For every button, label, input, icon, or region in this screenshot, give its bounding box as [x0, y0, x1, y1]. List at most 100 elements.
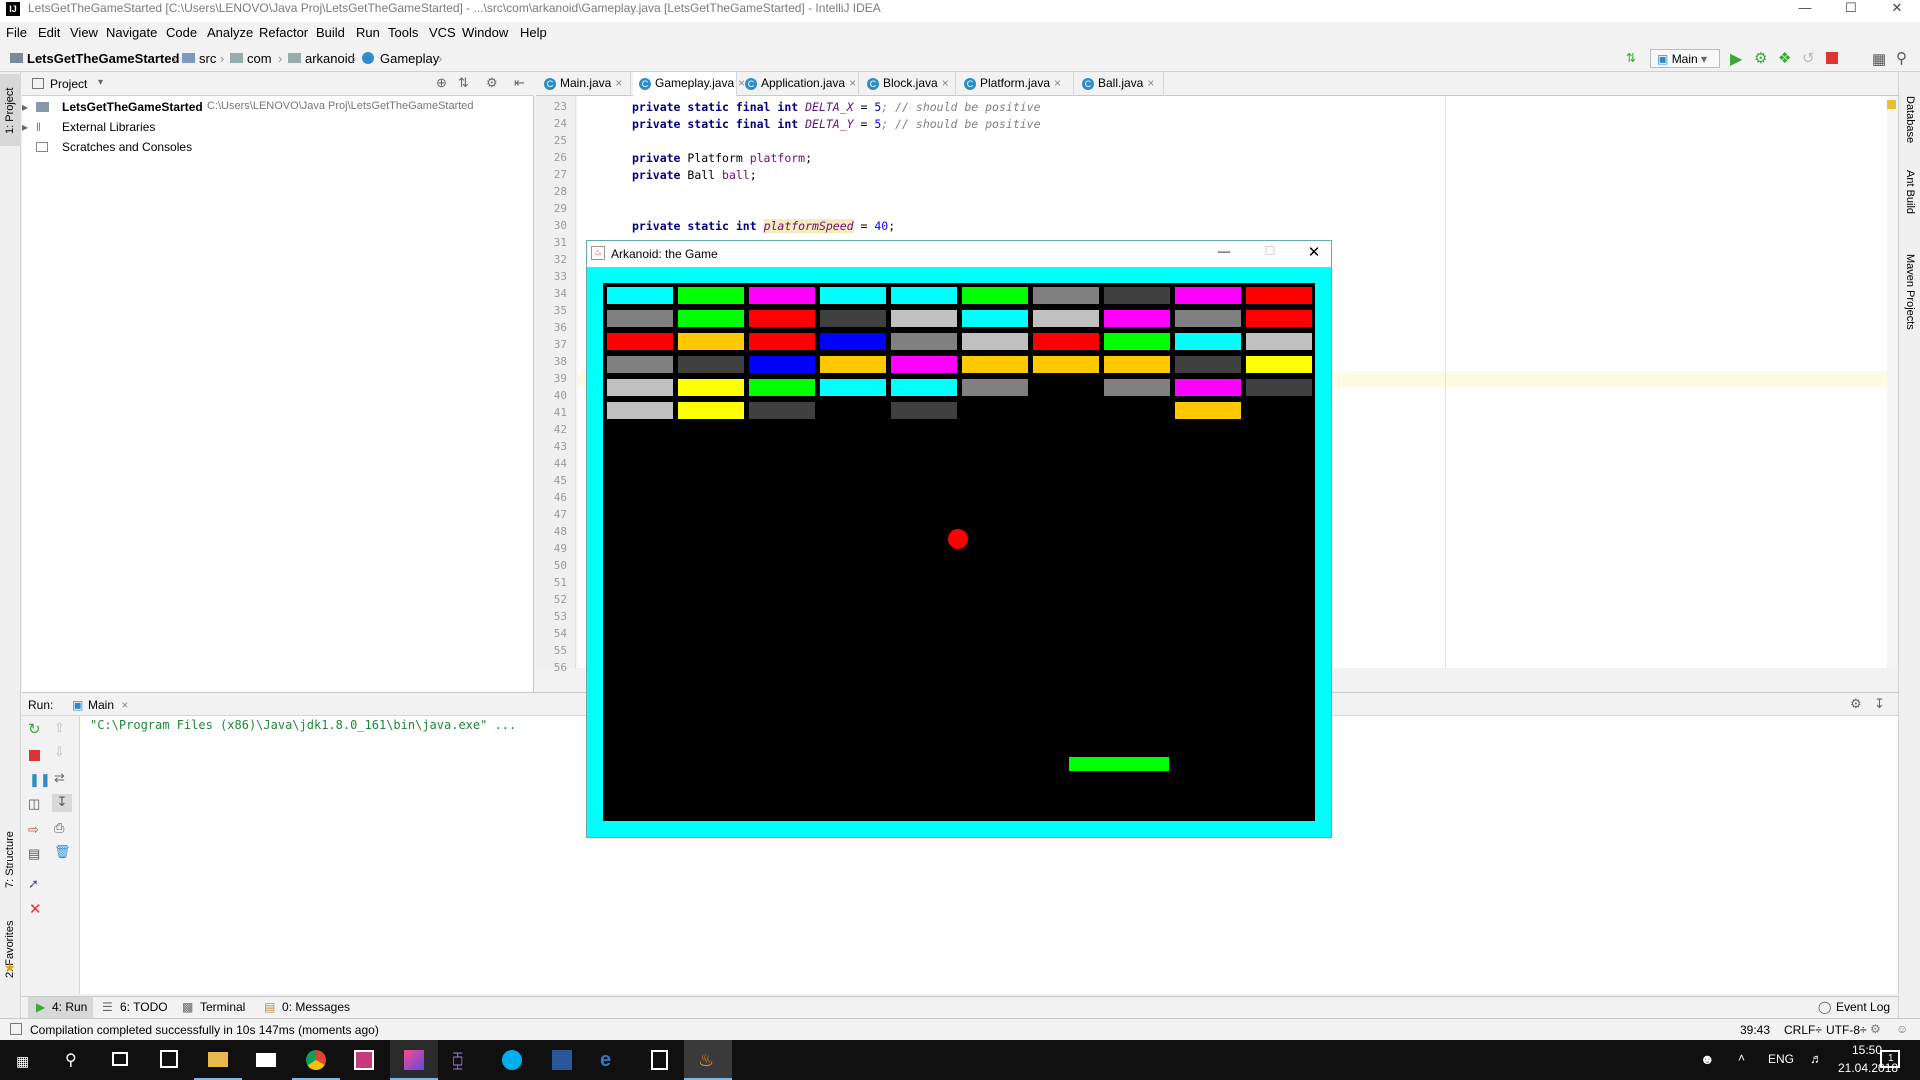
- tab-todo[interactable]: ☰ 6: TODO: [102, 1000, 168, 1014]
- debug-icon[interactable]: ⚙: [1754, 49, 1767, 67]
- taskbar-edge[interactable]: e: [586, 1040, 634, 1080]
- run-tab-main[interactable]: ▣ Main ×: [68, 694, 128, 716]
- scroll-to-end-icon[interactable]: ↧: [52, 794, 72, 812]
- tab-gameplay-java[interactable]: C Gameplay.java ×: [633, 72, 745, 96]
- line-separator[interactable]: CRLF÷: [1784, 1023, 1822, 1037]
- menu-edit[interactable]: Edit: [38, 25, 60, 40]
- close-tab-icon[interactable]: ×: [1147, 76, 1154, 90]
- ant-build-tool-button[interactable]: Ant Build: [1899, 160, 1920, 230]
- menu-file[interactable]: File: [6, 25, 27, 40]
- tab-block-java[interactable]: C Block.java ×: [861, 72, 956, 96]
- menu-run[interactable]: Run: [356, 25, 380, 40]
- maximize-button[interactable]: ☐: [1828, 0, 1874, 18]
- taskbar-word[interactable]: [538, 1040, 586, 1080]
- taskbar-explorer[interactable]: [194, 1040, 242, 1080]
- speaker-icon[interactable]: ♬: [1810, 1051, 1823, 1066]
- close-tab-icon[interactable]: ×: [849, 76, 856, 90]
- rerun-icon[interactable]: ↻: [28, 720, 41, 738]
- tab-main-java[interactable]: C Main.java ×: [538, 72, 631, 96]
- run-config-select[interactable]: ▣ Main ▾: [1650, 49, 1720, 68]
- trash-icon[interactable]: 🗑: [54, 844, 71, 860]
- breadcrumb-src[interactable]: src: [199, 51, 216, 66]
- menu-analyze[interactable]: Analyze: [207, 25, 253, 40]
- close-tab-icon[interactable]: ×: [1054, 76, 1061, 90]
- language-indicator[interactable]: ENG: [1768, 1052, 1794, 1066]
- maven-tool-button[interactable]: Maven Projects: [1899, 242, 1920, 352]
- gear-icon[interactable]: ⚙: [486, 75, 498, 91]
- hide-icon[interactable]: ⇤: [514, 75, 525, 91]
- taskbar-skype[interactable]: [488, 1040, 536, 1080]
- chevron-down-icon[interactable]: ▾: [98, 77, 103, 88]
- caret-position[interactable]: 39:43: [1740, 1023, 1770, 1037]
- menu-refactor[interactable]: Refactor: [259, 25, 308, 40]
- breadcrumb-project[interactable]: LetsGetTheGameStarted: [27, 51, 179, 66]
- close-tab-icon[interactable]: ×: [121, 698, 128, 712]
- maximize-button[interactable]: ☐: [1255, 244, 1285, 258]
- chevron-up-icon[interactable]: ˄: [1738, 1051, 1745, 1065]
- people-icon[interactable]: ☻: [1700, 1051, 1715, 1067]
- collapse-icon[interactable]: ⇅: [458, 75, 469, 91]
- pin-icon[interactable]: ➚: [28, 876, 39, 892]
- minimize-button[interactable]: —: [1782, 0, 1828, 18]
- menu-window[interactable]: Window: [462, 25, 508, 40]
- taskbar-jetbrains[interactable]: [340, 1040, 388, 1080]
- hide-icon[interactable]: ↧: [1874, 696, 1885, 712]
- close-tab-icon[interactable]: ×: [615, 76, 622, 90]
- up-arrow-icon[interactable]: ⇧: [54, 720, 65, 736]
- taskbar-mail[interactable]: [242, 1040, 290, 1080]
- taskbar-visual-studio[interactable]: ⧮: [438, 1040, 486, 1080]
- file-encoding[interactable]: UTF-8÷: [1826, 1023, 1867, 1037]
- menu-build[interactable]: Build: [316, 25, 345, 40]
- close-button[interactable]: ✕: [1874, 0, 1920, 18]
- exit-icon[interactable]: ⇨: [28, 822, 39, 838]
- project-view-select[interactable]: Project: [50, 77, 87, 91]
- close-icon[interactable]: ✕: [29, 900, 42, 918]
- tab-ball-java[interactable]: C Ball.java ×: [1076, 72, 1164, 96]
- camera-icon[interactable]: ◫: [28, 796, 40, 812]
- favorites-tool-button[interactable]: 2: Favorites ★: [0, 902, 21, 982]
- tab-terminal[interactable]: ▩ Terminal: [182, 1000, 245, 1014]
- chevron-right-icon[interactable]: ▸: [22, 100, 28, 114]
- project-tool-button[interactable]: 1: Project: [0, 74, 21, 146]
- chevron-right-icon[interactable]: ▸: [22, 120, 28, 134]
- stop-icon[interactable]: [1826, 52, 1838, 64]
- pause-icon[interactable]: ❚❚: [29, 772, 51, 788]
- menu-help[interactable]: Help: [520, 25, 547, 40]
- taskbar-java-app[interactable]: ♨: [684, 1040, 732, 1080]
- taskbar-calculator[interactable]: [636, 1040, 684, 1080]
- coverage-icon[interactable]: ❖: [1778, 49, 1791, 67]
- search-button[interactable]: ⚲: [48, 1040, 96, 1080]
- notifications-button[interactable]: 1: [1880, 1050, 1900, 1068]
- task-view-button[interactable]: [96, 1040, 144, 1080]
- layout-icon[interactable]: ▤: [28, 846, 40, 862]
- taskbar-chrome[interactable]: [292, 1040, 340, 1080]
- database-tool-button[interactable]: Database: [1899, 74, 1920, 144]
- print-icon[interactable]: ⎙: [54, 820, 64, 836]
- status-message[interactable]: Compilation completed successfully in 10…: [30, 1023, 379, 1037]
- clock-time[interactable]: 15:50: [1852, 1043, 1882, 1057]
- taskbar-store[interactable]: [146, 1040, 194, 1080]
- close-tab-icon[interactable]: ×: [942, 76, 949, 90]
- run-icon[interactable]: ▶: [1730, 49, 1742, 69]
- lock-icon[interactable]: ⚙: [1870, 1022, 1881, 1036]
- menu-code[interactable]: Code: [166, 25, 197, 40]
- down-arrow-icon[interactable]: ⇩: [54, 744, 65, 760]
- menu-view[interactable]: View: [70, 25, 98, 40]
- stop-icon[interactable]: [29, 750, 40, 761]
- menu-tools[interactable]: Tools: [388, 25, 418, 40]
- structure-tool-button[interactable]: 7: Structure: [0, 812, 21, 892]
- breadcrumb-arkanoid[interactable]: arkanoid: [305, 51, 355, 66]
- profile-icon[interactable]: ↺: [1802, 49, 1815, 67]
- close-button[interactable]: ✕: [1299, 243, 1329, 261]
- search-icon[interactable]: ⚲: [1896, 49, 1907, 67]
- breadcrumb-file[interactable]: Gameplay: [380, 51, 439, 66]
- tab-messages[interactable]: ▤ 0: Messages: [264, 1000, 350, 1014]
- tab-run[interactable]: ▶ 4: Run: [28, 997, 94, 1018]
- project-structure-icon[interactable]: ▦: [1872, 50, 1886, 68]
- tab-application-java[interactable]: C Application.java ×: [739, 72, 859, 96]
- breadcrumb-com[interactable]: com: [247, 51, 272, 66]
- build-icon[interactable]: ⇅: [1626, 51, 1640, 65]
- gear-icon[interactable]: ⚙: [1850, 696, 1862, 712]
- soft-wrap-icon[interactable]: ⇄: [54, 770, 65, 786]
- event-log-button[interactable]: ◯ Event Log: [1818, 1000, 1890, 1014]
